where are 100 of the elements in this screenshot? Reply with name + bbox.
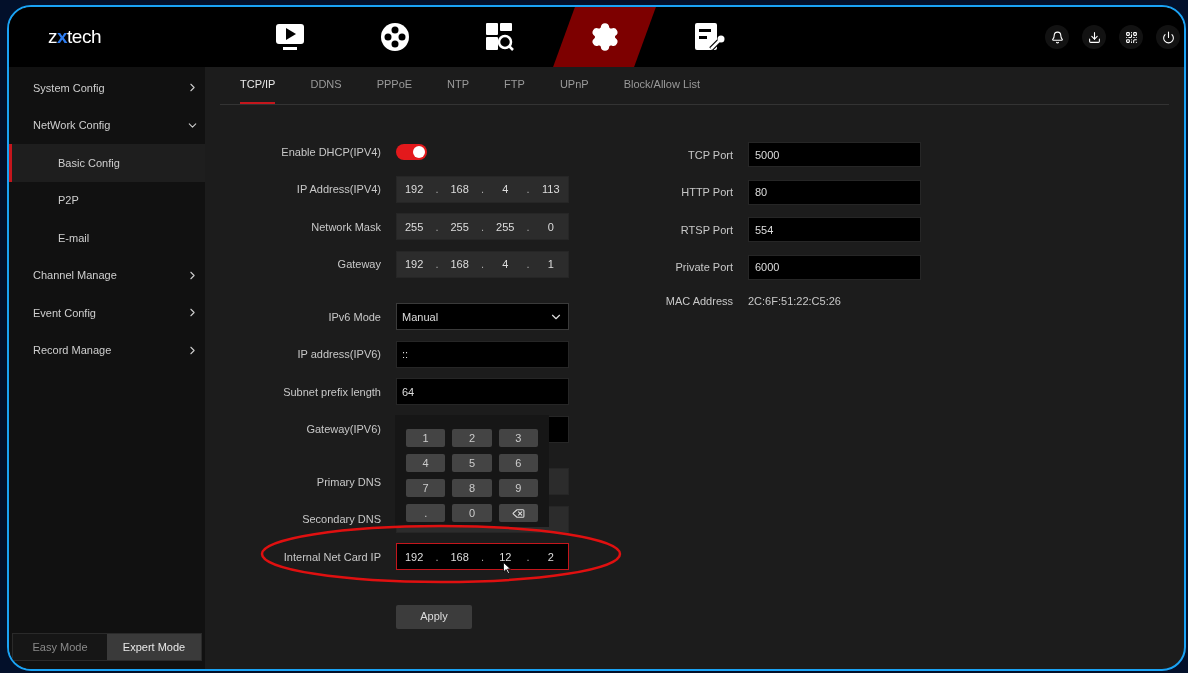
tab[interactable]: TCP/IP <box>240 67 276 104</box>
keypad-key[interactable]: 7 <box>406 479 446 497</box>
field-label: Private Port <box>674 260 734 275</box>
tab[interactable]: NTP <box>447 67 470 104</box>
tab[interactable]: UPnP <box>559 67 589 104</box>
sidebar-item[interactable]: Channel Manage <box>9 256 205 294</box>
ip-separator: . <box>480 549 484 565</box>
field-label: Secondary DNS <box>301 512 382 527</box>
sidebar-item[interactable]: NetWork Config <box>9 106 205 144</box>
sidebar-item[interactable]: Record Manage <box>9 331 205 369</box>
ip-octet: 12 <box>498 549 513 565</box>
keypad-key[interactable]: 6 <box>498 454 538 472</box>
ip-separator: . <box>526 549 530 565</box>
ip-octet: 4 <box>501 257 510 272</box>
sidebar-subitem[interactable]: Basic Config <box>9 144 205 182</box>
backspace-icon <box>511 506 525 520</box>
film-reel-icon <box>379 22 410 52</box>
ip-separator: . <box>435 219 439 235</box>
field-label: Internal Net Card IP <box>282 549 382 565</box>
ip-octet: 0 <box>546 219 555 235</box>
dropdown-select[interactable]: Manual <box>396 303 569 331</box>
field-label: TCP Port <box>686 147 734 163</box>
settings-icon <box>589 22 620 52</box>
field-label: IP Address(IPV4) <box>295 182 382 197</box>
ip-address-field[interactable]: 192 . 168 . 12 . 2 <box>396 543 569 571</box>
mode-toggle-button[interactable]: Easy Mode <box>13 634 107 660</box>
ip-octet: 113 <box>541 182 561 197</box>
field-label: Subnet prefix length <box>282 384 382 400</box>
ip-octet: 192 <box>403 549 425 565</box>
field-label: Network Mask <box>310 219 382 235</box>
keypad-key[interactable]: 0 <box>452 504 492 522</box>
mode-toggle-button[interactable]: Expert Mode <box>107 634 201 660</box>
ip-octet: 192 <box>403 182 425 197</box>
text-field[interactable]: 64 <box>396 378 569 406</box>
ip-octet: 255 <box>403 219 425 235</box>
ip-separator: . <box>435 549 439 565</box>
text-field[interactable]: :: <box>396 340 569 368</box>
ip-separator: . <box>480 219 484 235</box>
ip-separator: . <box>480 182 484 197</box>
keypad-key[interactable]: 2 <box>452 429 492 447</box>
apply-button[interactable]: Apply <box>396 604 472 629</box>
download-icon <box>1087 30 1101 44</box>
field-label: MAC Address <box>664 293 734 309</box>
mouse-cursor-icon <box>503 562 511 574</box>
power-icon <box>1161 30 1175 44</box>
tab[interactable]: FTP <box>504 67 525 104</box>
sidebar-subitem[interactable]: P2P <box>9 181 205 219</box>
field-label: Enable DHCP(IPV4) <box>280 144 382 160</box>
keypad-key[interactable]: 9 <box>498 479 538 497</box>
sidebar-subitem[interactable]: E-mail <box>9 219 205 257</box>
ip-octet: 4 <box>501 182 510 197</box>
sidebar-item[interactable]: Event Config <box>9 294 205 332</box>
ip-separator: . <box>526 257 530 272</box>
ip-octet: 255 <box>449 219 470 235</box>
ip-separator: . <box>526 219 530 235</box>
text-field[interactable]: 554 <box>748 217 921 243</box>
keypad-key[interactable]: 1 <box>406 429 446 447</box>
qr-code-icon <box>1124 30 1138 44</box>
grid-search-icon <box>484 22 515 52</box>
tab[interactable]: PPPoE <box>376 67 413 104</box>
field-label: IP address(IPV6) <box>296 347 382 362</box>
keypad-key[interactable]: . <box>406 504 446 522</box>
toggle-switch[interactable] <box>396 143 427 160</box>
field-label: RTSP Port <box>679 222 734 238</box>
qr-code-button[interactable] <box>1119 25 1143 49</box>
mac-address-value: 2C:6F:51:22:C5:26 <box>748 293 841 309</box>
document-wrench-icon <box>693 22 726 52</box>
monitor-play-icon <box>274 23 305 51</box>
power-button[interactable] <box>1156 25 1180 49</box>
field-label: Primary DNS <box>315 474 382 490</box>
bell-icon <box>1050 30 1064 44</box>
field-label: Gateway(IPV6) <box>305 422 382 437</box>
field-label: Gateway <box>336 257 382 272</box>
text-field[interactable]: 6000 <box>748 254 921 280</box>
field-label: IPv6 Mode <box>327 309 382 325</box>
ip-octet: 192 <box>403 257 425 272</box>
tab[interactable]: DDNS <box>310 67 342 104</box>
download-button[interactable] <box>1082 25 1106 49</box>
field-label: HTTP Port <box>680 185 734 200</box>
ip-separator: . <box>526 182 530 197</box>
ip-separator: . <box>480 257 484 272</box>
ip-octet: 255 <box>495 219 516 235</box>
keypad-key[interactable]: 5 <box>452 454 492 472</box>
keypad-key[interactable]: 8 <box>452 479 492 497</box>
ip-octet: 168 <box>449 549 470 565</box>
backspace-key[interactable] <box>498 504 538 522</box>
ip-octet: 1 <box>546 257 555 272</box>
keypad-key[interactable]: 4 <box>406 454 446 472</box>
ip-separator: . <box>435 257 439 272</box>
tab[interactable]: Block/Allow List <box>623 67 701 104</box>
ip-octet: 168 <box>449 257 470 272</box>
text-field[interactable]: 5000 <box>748 142 921 168</box>
bell-button[interactable] <box>1045 25 1069 49</box>
ip-octet: 2 <box>546 549 555 565</box>
logo: zxtech <box>48 25 101 49</box>
sidebar-item[interactable]: System Config <box>9 69 205 107</box>
text-field[interactable]: 80 <box>748 179 921 205</box>
ip-separator: . <box>435 182 439 197</box>
ip-octet: 168 <box>449 182 470 197</box>
keypad-key[interactable]: 3 <box>498 429 538 447</box>
